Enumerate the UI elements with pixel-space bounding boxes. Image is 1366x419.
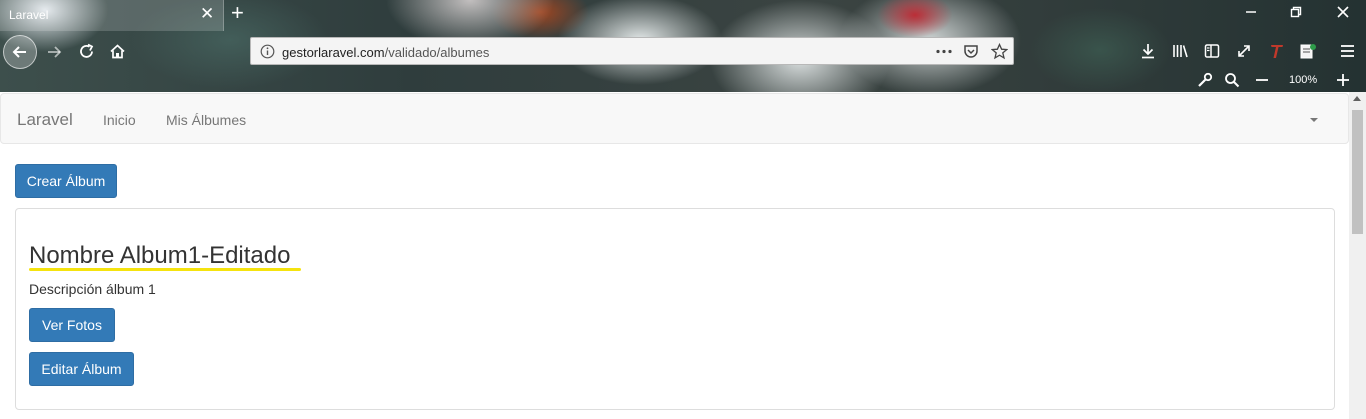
navbar-brand[interactable]: Laravel	[17, 110, 73, 130]
album-title: Nombre Album1-Editado	[29, 242, 291, 269]
tab-close-icon[interactable]: ✕	[200, 5, 214, 22]
reload-icon[interactable]	[76, 41, 96, 61]
info-icon[interactable]	[260, 44, 275, 64]
star-icon[interactable]	[990, 42, 1009, 65]
navbar: Laravel Inicio Mis Álbumes	[0, 93, 1349, 144]
page-content: Laravel Inicio Mis Álbumes Crear Álbum N…	[0, 92, 1349, 419]
browser-tab[interactable]: Laravel ✕	[0, 0, 224, 31]
more-icon[interactable]	[935, 44, 953, 64]
scroll-up-icon[interactable]	[1353, 96, 1361, 101]
extension-reader-icon[interactable]	[1298, 41, 1318, 61]
fullscreen-icon[interactable]	[1235, 42, 1253, 60]
dropdown-caret-icon[interactable]	[1310, 118, 1318, 122]
scroll-thumb[interactable]	[1352, 110, 1363, 234]
create-album-button[interactable]: Crear Álbum	[15, 164, 117, 198]
close-icon[interactable]	[1337, 6, 1349, 21]
back-icon[interactable]	[3, 35, 37, 69]
title-underline	[29, 268, 301, 271]
zoom-level[interactable]: 100%	[1289, 74, 1317, 86]
extension-t-icon[interactable]	[1268, 41, 1286, 61]
sidebar-icon[interactable]	[1203, 42, 1221, 60]
download-icon[interactable]	[1139, 42, 1157, 60]
zoom-in-icon[interactable]	[1335, 71, 1351, 89]
edit-album-button[interactable]: Editar Álbum	[29, 352, 134, 386]
pocket-icon[interactable]	[963, 44, 979, 64]
zoom-search-icon[interactable]	[1223, 71, 1241, 89]
nav-link-mis-albumes[interactable]: Mis Álbumes	[166, 112, 246, 128]
tab-title: Laravel	[9, 8, 49, 22]
library-icon[interactable]	[1171, 42, 1189, 60]
album-panel: Nombre Album1-Editado Descripción álbum …	[15, 208, 1335, 410]
menu-icon[interactable]	[1338, 42, 1356, 60]
new-tab-icon[interactable]: +	[231, 2, 244, 24]
browser-chrome: Laravel ✕ + gestorlaravel.com/validado/a…	[0, 0, 1366, 92]
url-domain: gestorlaravel.com	[282, 45, 385, 60]
forward-icon[interactable]	[44, 42, 64, 62]
wrench-icon[interactable]	[1196, 71, 1214, 89]
restore-icon[interactable]	[1290, 6, 1302, 21]
home-icon[interactable]	[107, 41, 127, 61]
minimize-icon[interactable]	[1245, 6, 1257, 21]
address-bar[interactable]: gestorlaravel.com/validado/albumes	[250, 37, 1014, 65]
url-text[interactable]: gestorlaravel.com/validado/albumes	[282, 45, 489, 60]
view-photos-button[interactable]: Ver Fotos	[29, 308, 115, 342]
scrollbar[interactable]	[1349, 92, 1366, 419]
zoom-out-icon[interactable]	[1254, 71, 1270, 89]
album-description: Descripción álbum 1	[29, 281, 156, 297]
url-path: /validado/albumes	[384, 45, 490, 60]
nav-link-inicio[interactable]: Inicio	[103, 112, 136, 128]
